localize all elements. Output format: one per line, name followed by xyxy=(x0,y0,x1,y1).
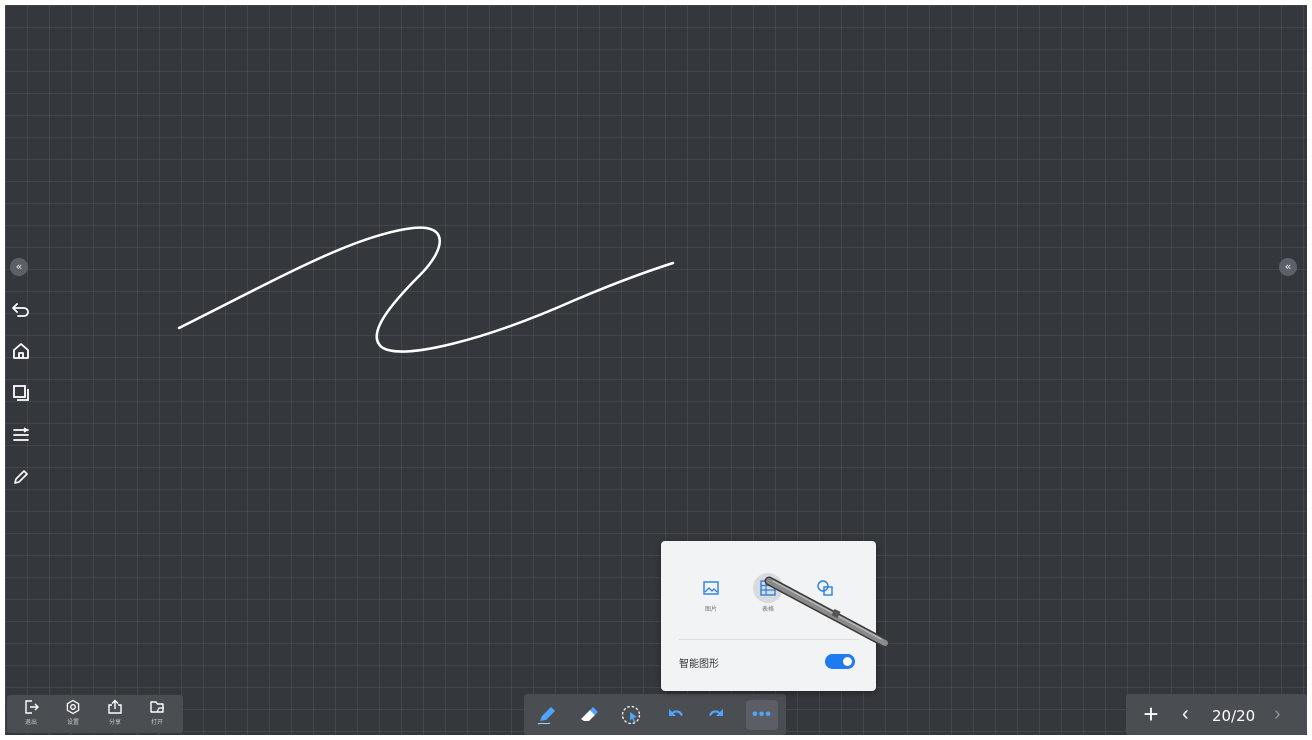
open-button[interactable]: 打开 xyxy=(145,699,169,726)
undo-tool-button[interactable] xyxy=(11,299,33,321)
open-label: 打开 xyxy=(150,720,163,726)
add-page-button[interactable]: + xyxy=(1138,701,1164,728)
more-button[interactable]: ••• xyxy=(746,700,778,730)
stylus-pen-image xyxy=(764,576,890,648)
settings-label: 设置 xyxy=(66,720,79,726)
bottom-left-toolbar: 退出 设置 分享 打开 xyxy=(7,695,183,733)
pen-tool-button[interactable] xyxy=(11,467,33,489)
right-collapse-button[interactable]: « xyxy=(1279,258,1297,276)
share-icon xyxy=(108,699,122,714)
open-folder-icon xyxy=(150,701,164,713)
redo-icon xyxy=(709,709,723,716)
bottom-center-toolbar: ••• xyxy=(524,694,786,735)
image-label: 图片 xyxy=(704,607,717,613)
lasso-select-icon xyxy=(621,705,641,725)
pen-icon xyxy=(537,707,555,725)
pencil-icon xyxy=(14,470,28,484)
menu-tool-button[interactable] xyxy=(11,425,33,447)
whiteboard-canvas[interactable]: « « 退出 设置 分享 打开 ••• + ‹ 20/20 › 图片 表格 智能… xyxy=(5,5,1307,735)
smart-shape-toggle[interactable] xyxy=(825,654,855,669)
settings-button[interactable]: 设置 xyxy=(61,699,85,726)
pages-icon xyxy=(13,385,29,401)
redo-button[interactable] xyxy=(704,702,730,728)
undo-icon xyxy=(669,709,683,716)
smart-shape-label: 智能图形 xyxy=(679,659,719,670)
undo-icon xyxy=(12,303,29,317)
home-tool-button[interactable] xyxy=(11,341,33,363)
toggle-knob xyxy=(843,657,852,666)
settings-icon xyxy=(66,699,80,715)
page-navigation-bar: + ‹ 20/20 › xyxy=(1126,694,1307,735)
left-collapse-button[interactable]: « xyxy=(10,258,28,276)
previous-page-button[interactable]: ‹ xyxy=(1182,704,1189,724)
lasso-select-button[interactable] xyxy=(618,702,644,728)
insert-image-button[interactable]: 图片 xyxy=(694,573,728,613)
pen-button[interactable] xyxy=(534,702,560,728)
exit-label: 退出 xyxy=(24,720,37,726)
undo-button[interactable] xyxy=(662,702,688,728)
share-button[interactable]: 分享 xyxy=(103,699,127,726)
next-page-button[interactable]: › xyxy=(1274,704,1281,724)
eraser-button[interactable] xyxy=(576,702,602,728)
freehand-stroke xyxy=(177,226,675,353)
page-indicator: 20/20 xyxy=(1212,707,1256,725)
exit-icon xyxy=(25,700,39,714)
more-icon: ••• xyxy=(752,706,772,723)
exit-button[interactable]: 退出 xyxy=(19,699,43,726)
pages-tool-button[interactable] xyxy=(11,383,33,405)
share-label: 分享 xyxy=(108,720,121,726)
image-icon xyxy=(703,581,719,595)
eraser-icon xyxy=(581,707,598,721)
home-icon xyxy=(13,343,29,359)
menu-lines-icon xyxy=(13,427,29,441)
